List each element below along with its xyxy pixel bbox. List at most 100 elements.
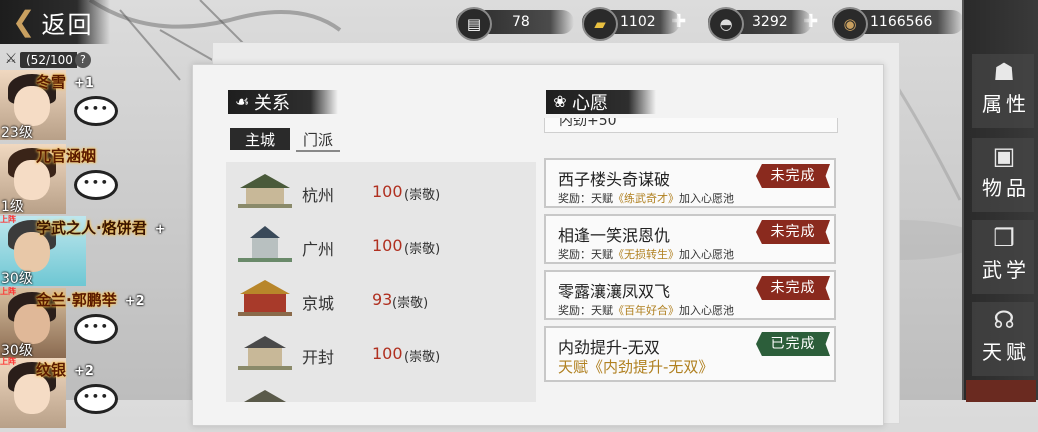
hero-name: 学武之人·烙饼君 <box>36 219 147 237</box>
wish-item[interactable]: 西子楼头奇谋破 奖励：天赋《练武奇才》加入心愿池 未完成 <box>544 158 836 208</box>
hero-name: 冬雪 <box>36 73 67 91</box>
back-button[interactable]: ❮ 返回 <box>0 0 110 44</box>
building-icon <box>238 280 292 316</box>
relations-title: ☙ 关系 <box>228 90 338 114</box>
book-icon: ❒ <box>993 224 1015 252</box>
resource-coin-value: 1166566 <box>870 14 933 30</box>
hero-plus: +1 <box>74 76 94 91</box>
chat-bubble-icon[interactable] <box>74 314 118 344</box>
hero-card[interactable]: 上阵 学武之人·烙饼君 + 30级 <box>0 215 200 288</box>
hero-level: 30级 <box>1 271 33 287</box>
building-icon <box>238 226 292 262</box>
on-duty-badge: 上阵 <box>0 287 16 296</box>
wish-reward-line: 天赋《内劲提升-无双》 <box>558 358 714 376</box>
wish-reward-name: 《无损转生》 <box>613 248 679 261</box>
jade-icon: ▤ <box>456 7 492 41</box>
list-item[interactable]: 开封 100 (崇敬) <box>226 326 536 378</box>
side-item-label: 物品 <box>982 176 1030 200</box>
hero-name: 兀官涵姻 <box>36 147 97 165</box>
gourd-icon: ☗ <box>993 58 1015 86</box>
hero-card[interactable]: 兀官涵姻 1级 <box>0 144 200 216</box>
chat-bubble-icon[interactable] <box>74 384 118 414</box>
lotus-icon: ❀ <box>553 92 567 111</box>
wish-item[interactable]: 内劲提升-无双 天赋《内劲提升-无双》 已完成 <box>544 326 836 382</box>
handshake-icon: ☙ <box>234 92 250 111</box>
hero-name: 纹银 <box>36 361 67 379</box>
wish-reward-name: 《百年好合》 <box>613 304 679 317</box>
relation-value: 100 <box>372 182 403 201</box>
hero-card[interactable]: 上阵 纹银 +2 <box>0 357 200 430</box>
city-name: 广州 <box>302 240 335 259</box>
chat-bubble-icon[interactable] <box>74 170 118 200</box>
wish-item[interactable]: 零露瀼瀼凤双飞 奖励：天赋《百年好合》加入心愿池 未完成 <box>544 270 836 320</box>
chevron-left-icon: ❮ <box>12 5 36 38</box>
help-icon[interactable]: ? <box>74 52 91 68</box>
people-icon: ⚔ <box>4 51 18 67</box>
wish-item[interactable]: 相逢一笑泯恩仇 奖励：天赋《无损转生》加入心愿池 未完成 <box>544 214 836 264</box>
side-item-items[interactable]: ▣ 物品 <box>968 136 1038 214</box>
coin-icon: ◉ <box>832 7 868 41</box>
hero-level: 1级 <box>1 199 24 215</box>
gold-ingot-icon: ▰ <box>582 7 618 41</box>
resource-coin: ◉ 1166566 <box>832 7 965 41</box>
tab-sect[interactable]: 门派 <box>296 128 340 152</box>
wishes-title-text: 心愿 <box>572 93 608 114</box>
wish-title: 内劲提升-无双 <box>558 338 660 357</box>
resource-gold: ▰ 1102 ✚ <box>582 7 688 41</box>
hero-plus: + <box>154 222 166 237</box>
side-item-label: 武学 <box>982 258 1030 282</box>
side-item-talent[interactable]: ☊ 天赋 <box>968 300 1038 378</box>
list-item[interactable]: 杭州 100 (崇敬) <box>226 164 536 216</box>
side-menu: ☗ 属性 ▣ 物品 ❒ 武学 ☊ 天赋 <box>962 0 1038 400</box>
hero-card[interactable]: 上阵 金兰·郭鹏举 +2 30级 <box>0 287 200 360</box>
wish-list[interactable]: 内劲+50 西子楼头奇谋破 奖励：天赋《练武奇才》加入心愿池 未完成 相逢一笑泯… <box>540 118 844 400</box>
side-item-attributes[interactable]: ☗ 属性 <box>968 52 1038 130</box>
on-duty-badge: 上阵 <box>0 215 16 224</box>
wish-title: 西子楼头奇谋破 <box>558 170 671 189</box>
wish-reward-prefix: 奖励：天赋 <box>558 304 613 317</box>
relations-list: 杭州 100 (崇敬) 广州 100 (崇敬) 京城 93 (崇敬) 开封 10… <box>226 162 536 402</box>
status-badge: 未完成 <box>756 276 830 300</box>
list-item[interactable] <box>226 380 536 432</box>
chat-bubble-icon[interactable] <box>74 96 118 126</box>
hero-level: 23级 <box>1 125 33 141</box>
wish-reward-prefix: 奖励：天赋 <box>558 248 613 261</box>
on-duty-badge: 上阵 <box>0 357 16 366</box>
relation-rank: (崇敬) <box>392 296 429 311</box>
resource-jade-value: 78 <box>512 14 530 30</box>
hero-card[interactable]: 冬雪 +1 23级 <box>0 70 200 142</box>
wish-reward-prefix: 奖励：天赋 <box>558 192 613 205</box>
status-badge: 未完成 <box>756 164 830 188</box>
building-icon <box>238 174 292 208</box>
box-icon: ▣ <box>992 142 1016 170</box>
back-label: 返回 <box>41 10 94 39</box>
wishes-title: ❀ 心愿 <box>546 90 656 114</box>
hero-name: 金兰·郭鹏举 <box>36 291 117 309</box>
wish-reward-suffix: 加入心愿池 <box>679 248 734 261</box>
wish-title: 相逢一笑泯恩仇 <box>558 226 671 245</box>
resource-jade: ▤ 78 <box>456 7 574 41</box>
status-badge: 未完成 <box>756 220 830 244</box>
party-count-text: (52/100 <box>20 52 77 68</box>
tab-main-city[interactable]: 主城 <box>230 128 290 150</box>
talent-icon: ☊ <box>993 306 1015 334</box>
wish-reward-suffix: 加入心愿池 <box>679 304 734 317</box>
wish-reward-suffix: 加入心愿池 <box>679 192 734 205</box>
relations-title-text: 关系 <box>254 93 290 114</box>
status-badge: 已完成 <box>756 332 830 356</box>
resource-gold-value: 1102 <box>620 14 656 30</box>
party-count: ⚔ (52/100 ? <box>2 50 91 70</box>
list-item[interactable]: 广州 100 (崇敬) <box>226 218 536 270</box>
list-item[interactable]: 京城 93 (崇敬) <box>226 272 536 324</box>
hero-plus: +2 <box>124 294 145 309</box>
side-item-martial[interactable]: ❒ 武学 <box>968 218 1038 296</box>
resource-silver-value: 3292 <box>752 14 788 30</box>
relation-value: 100 <box>372 236 403 255</box>
side-item-label: 天赋 <box>982 340 1030 364</box>
relation-value: 93 <box>372 290 393 309</box>
side-item-active-indicator <box>966 380 1036 402</box>
silver-ingot-icon: ◓ <box>708 7 744 41</box>
city-name: 杭州 <box>302 186 335 205</box>
city-name: 京城 <box>302 294 335 313</box>
relation-rank: (崇敬) <box>404 242 441 257</box>
